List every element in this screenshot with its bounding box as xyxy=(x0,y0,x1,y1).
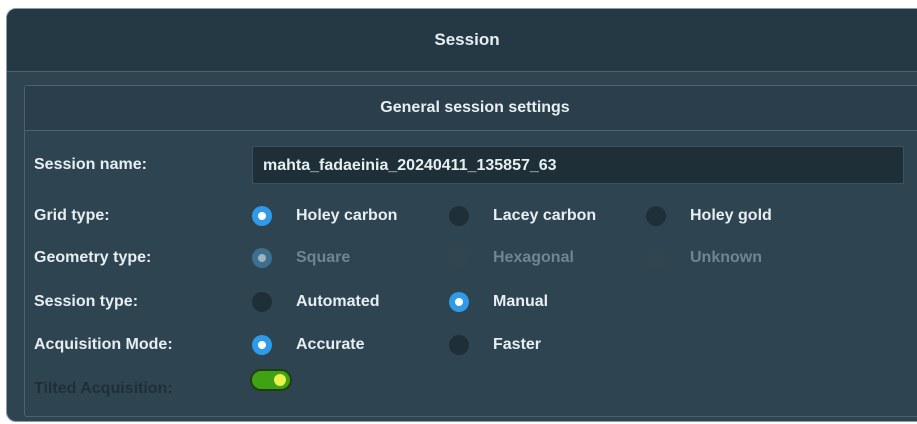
grid-type-label: Grid type: xyxy=(34,207,110,224)
option-label: Automated xyxy=(296,293,380,310)
option-label: Faster xyxy=(493,336,542,353)
radio-checked-icon[interactable] xyxy=(252,206,272,226)
option-label: Lacey carbon xyxy=(493,207,597,224)
session-type-option-manual[interactable]: Manual xyxy=(449,292,548,312)
radio-unchecked-icon[interactable] xyxy=(646,206,666,226)
grid-type-row: Grid type: Holey carbon Lacey carbon Hol… xyxy=(25,196,917,236)
radio-unchecked-icon[interactable] xyxy=(449,335,469,355)
acquisition-mode-option-faster[interactable]: Faster xyxy=(449,335,541,355)
session-name-label: Session name: xyxy=(34,156,147,173)
radio-unchecked-icon[interactable] xyxy=(449,206,469,226)
tilted-acquisition-toggle[interactable] xyxy=(250,369,292,391)
radio-checked-icon[interactable] xyxy=(252,335,272,355)
general-settings-panel: General session settings Session name: m… xyxy=(24,85,917,417)
radio-checked-icon[interactable] xyxy=(449,292,469,312)
session-type-label: Session type: xyxy=(34,293,139,310)
session-type-option-automated[interactable]: Automated xyxy=(252,292,380,312)
option-label: Hexagonal xyxy=(493,249,574,266)
tilted-acquisition-row: Tilted Acquisition: xyxy=(25,369,917,409)
window-title: Session xyxy=(7,9,917,72)
geometry-type-option-square: Square xyxy=(252,248,350,268)
option-label: Unknown xyxy=(690,249,762,266)
radio-unchecked-icon[interactable] xyxy=(252,292,272,312)
option-label: Holey carbon xyxy=(296,207,398,224)
radio-disabled-icon xyxy=(646,248,666,268)
session-type-row: Session type: Automated Manual xyxy=(25,282,917,322)
radio-disabled-icon xyxy=(449,248,469,268)
option-label: Square xyxy=(296,249,351,266)
acquisition-mode-option-accurate[interactable]: Accurate xyxy=(252,335,364,355)
option-label: Accurate xyxy=(296,336,365,353)
panel-title: General session settings xyxy=(25,86,917,131)
geometry-type-option-unknown: Unknown xyxy=(646,248,762,268)
radio-checked-disabled-icon xyxy=(252,248,272,268)
geometry-type-option-hexagonal: Hexagonal xyxy=(449,248,574,268)
geometry-type-row: Geometry type: Square Hexagonal Unknown xyxy=(25,238,917,278)
acquisition-mode-row: Acquisition Mode: Accurate Faster xyxy=(25,325,917,365)
grid-type-option-lacey-carbon[interactable]: Lacey carbon xyxy=(449,206,596,226)
session-window: Session General session settings Session… xyxy=(6,8,917,422)
tilted-acquisition-label: Tilted Acquisition: xyxy=(34,380,173,397)
geometry-type-label: Geometry type: xyxy=(34,249,152,266)
option-label: Manual xyxy=(493,293,549,310)
option-label: Holey gold xyxy=(690,207,772,224)
acquisition-mode-label: Acquisition Mode: xyxy=(34,336,173,353)
grid-type-option-holey-carbon[interactable]: Holey carbon xyxy=(252,206,397,226)
grid-type-option-holey-gold[interactable]: Holey gold xyxy=(646,206,772,226)
session-name-input[interactable]: mahta_fadaeinia_20240411_135857_63 xyxy=(252,146,904,184)
